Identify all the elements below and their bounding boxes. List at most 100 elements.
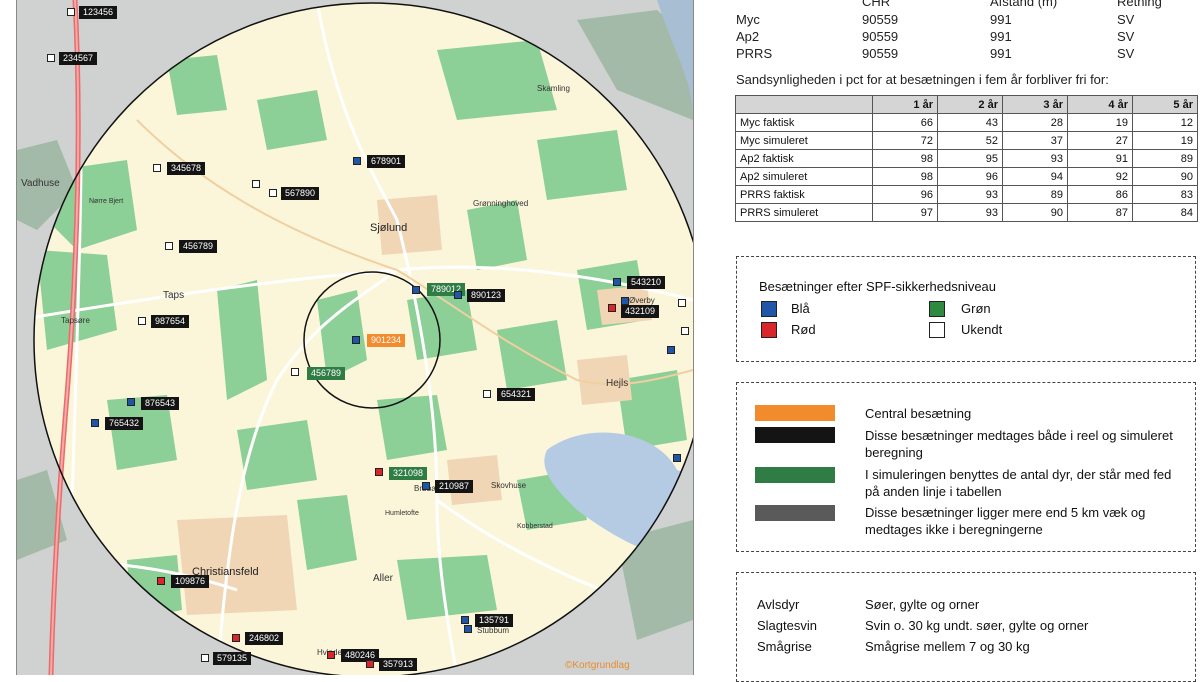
herd-marker[interactable] <box>464 625 472 633</box>
herd-marker[interactable] <box>613 278 621 286</box>
herd-label[interactable]: 678901 <box>367 155 406 168</box>
herd-marker[interactable] <box>157 577 165 585</box>
table-cell-name: PRRS faktisk <box>735 185 873 204</box>
table-cell: 90 <box>1002 203 1068 222</box>
legend-spf-title: Besætninger efter SPF-sikkerhedsniveau <box>759 279 997 294</box>
probability-table: 1 år 2 år 3 år 4 år 5 år Myc faktisk 66 … <box>735 95 1198 222</box>
herd-label[interactable]: 987654 <box>151 315 190 328</box>
town-name: Hejls <box>606 378 629 389</box>
herd-label[interactable]: 765432 <box>105 417 144 430</box>
herd-marker[interactable] <box>165 242 173 250</box>
table-cell: 93 <box>937 203 1003 222</box>
herd-marker[interactable] <box>454 291 462 299</box>
col-header-retning: Retning <box>1117 0 1162 9</box>
table-header: 4 år <box>1067 95 1133 114</box>
info-row-chr: 90559 <box>862 29 899 44</box>
definitions-box: Avlsdyr Søer, gylte og orner Slagtesvin … <box>736 572 1196 682</box>
herd-label[interactable]: 135791 <box>475 614 514 627</box>
table-cell: 87 <box>1067 203 1133 222</box>
herd-label[interactable]: 567890 <box>281 187 320 200</box>
herd-label[interactable]: 246802 <box>245 632 284 645</box>
herd-label[interactable]: 876543 <box>141 397 180 410</box>
table-cell: 95 <box>937 149 1003 168</box>
herd-label[interactable]: 654321 <box>497 388 536 401</box>
definition-term: Avlsdyr <box>757 597 800 612</box>
herd-marker[interactable] <box>138 317 146 325</box>
herd-label[interactable]: 579135 <box>213 652 252 665</box>
table-cell: 92 <box>1067 167 1133 186</box>
herd-marker[interactable] <box>153 164 161 172</box>
herd-marker[interactable] <box>422 482 430 490</box>
herd-marker-central[interactable] <box>352 336 360 344</box>
herd-label[interactable]: 357913 <box>379 658 418 671</box>
herd-marker[interactable] <box>461 616 469 624</box>
town-name: Øverby <box>629 296 655 305</box>
table-cell: 94 <box>1002 167 1068 186</box>
herd-marker[interactable] <box>252 180 260 188</box>
herd-marker[interactable] <box>291 368 299 376</box>
herd-marker[interactable] <box>681 327 689 335</box>
herd-marker[interactable] <box>678 299 686 307</box>
legend-bar-text: Disse besætninger medtages både i reel o… <box>865 428 1173 460</box>
herd-label-central[interactable]: 901234 <box>367 334 406 347</box>
definition-desc: Søer, gylte og orner <box>865 597 980 612</box>
herd-marker[interactable] <box>353 157 361 165</box>
info-row-afstand: 991 <box>990 46 1012 61</box>
town-name: Grønninghoved <box>473 199 529 208</box>
map-watermark: ©Kortgrundlag <box>565 660 630 671</box>
herd-label[interactable]: 210987 <box>435 480 474 493</box>
table-cell: 97 <box>872 203 938 222</box>
herd-label[interactable]: 123456 <box>79 6 118 19</box>
definition-desc: Svin o. 30 kg undt. søer, gylte og orner <box>865 618 1089 633</box>
info-row-retning: SV <box>1117 46 1135 61</box>
herd-marker[interactable] <box>375 468 383 476</box>
table-row: Ap2 simuleret 98 96 94 92 90 <box>735 167 1198 186</box>
herd-marker[interactable] <box>269 189 277 197</box>
town-name: Humletofte <box>385 510 419 517</box>
table-cell: 12 <box>1132 113 1198 132</box>
table-cell: 93 <box>937 185 1003 204</box>
info-panel: CHR Afstand (m) Retning Myc 90559 991 SV… <box>700 0 1200 682</box>
town-name: Skamling <box>537 84 570 93</box>
herd-marker[interactable] <box>483 390 491 398</box>
table-cell: 91 <box>1067 149 1133 168</box>
herd-marker[interactable] <box>232 634 240 642</box>
town-name: Aller <box>373 573 394 584</box>
table-cell-name: Myc simuleret <box>735 131 873 150</box>
herd-label[interactable]: 345678 <box>167 162 206 175</box>
herd-marker[interactable] <box>67 8 75 16</box>
herd-label[interactable]: 890123 <box>467 289 506 302</box>
col-header-afstand: Afstand (m) <box>990 0 1058 9</box>
herd-marker[interactable] <box>201 654 209 662</box>
herd-marker[interactable] <box>608 304 616 312</box>
herd-map[interactable]: Vadhuse Nørre Bjert Taps Tapsøre Sjølund… <box>16 0 694 675</box>
legend-bar-grey <box>755 505 835 521</box>
town-name: Sjølund <box>370 222 408 234</box>
herd-marker[interactable] <box>366 660 374 668</box>
herd-marker[interactable] <box>47 54 55 62</box>
herd-marker[interactable] <box>91 419 99 427</box>
info-row-name: PRRS <box>736 46 773 61</box>
herd-marker[interactable] <box>673 454 681 462</box>
legend-label: Blå <box>791 301 810 316</box>
herd-marker[interactable] <box>667 346 675 354</box>
herd-label[interactable]: 321098 <box>389 467 428 480</box>
herd-label[interactable]: 234567 <box>59 52 98 65</box>
definition-term: Smågrise <box>757 639 812 654</box>
herd-label[interactable]: 109876 <box>171 575 210 588</box>
herd-label[interactable]: 456789 <box>307 367 346 380</box>
herd-label[interactable]: 432109 <box>621 305 660 318</box>
table-cell-name: Ap2 faktisk <box>735 149 873 168</box>
table-cell: 19 <box>1067 113 1133 132</box>
table-cell: 96 <box>872 185 938 204</box>
table-cell: 98 <box>872 167 938 186</box>
table-cell: 72 <box>872 131 938 150</box>
herd-marker[interactable] <box>327 651 335 659</box>
herd-label[interactable]: 543210 <box>627 276 666 289</box>
herd-marker[interactable] <box>127 398 135 406</box>
table-cell-name: PRRS simuleret <box>735 203 873 222</box>
herd-marker[interactable] <box>412 286 420 294</box>
town-name: Tapsøre <box>61 316 90 325</box>
herd-label[interactable]: 456789 <box>179 240 218 253</box>
herd-marker[interactable] <box>621 297 629 305</box>
